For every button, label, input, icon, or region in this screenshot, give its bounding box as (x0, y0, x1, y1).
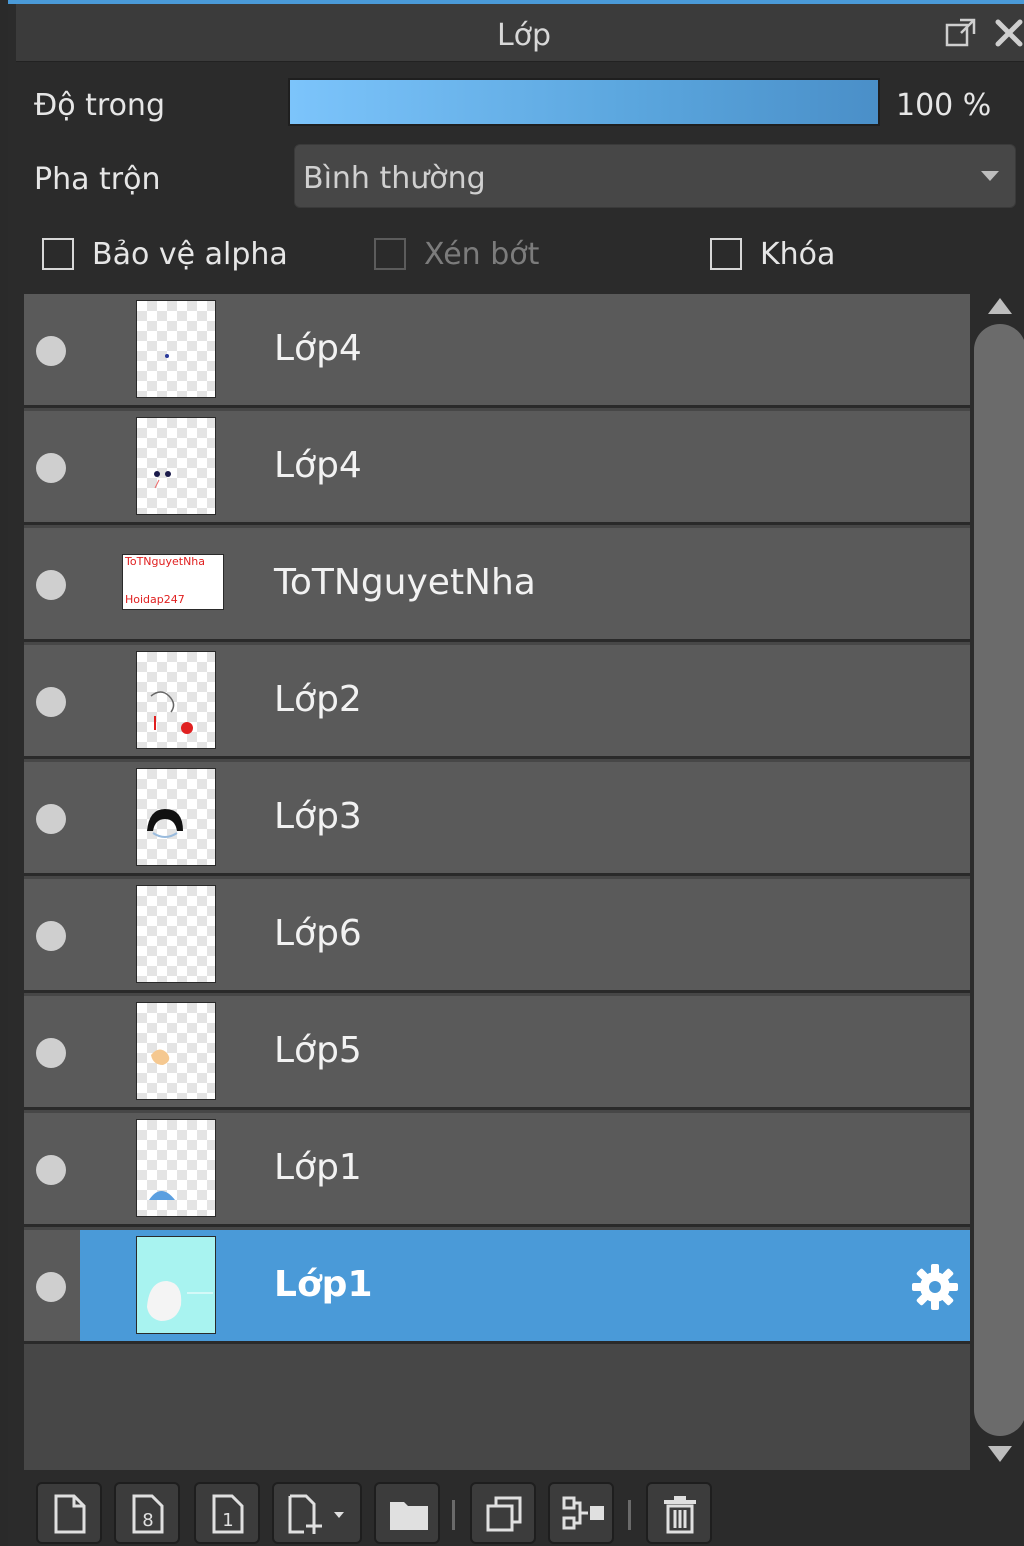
new-8bit-layer-button[interactable]: 8 (114, 1482, 180, 1544)
new-layer-icon (54, 1494, 86, 1534)
opacity-value: 100 % (896, 88, 992, 123)
duplicate-icon (486, 1496, 522, 1532)
layer-thumbnail: ToTNguyetNha Hoidap247 (122, 554, 224, 610)
layer-row[interactable]: ToTNguyetNha Hoidap247 ToTNguyetNha (24, 528, 970, 642)
new-1bit-layer-button[interactable]: 1 (194, 1482, 260, 1544)
visibility-toggle[interactable] (36, 921, 66, 951)
visibility-toggle[interactable] (36, 1272, 66, 1302)
panel-titlebar: Lớp (16, 4, 1024, 62)
visibility-toggle[interactable] (36, 804, 66, 834)
layer-thumbnail (136, 885, 216, 983)
delete-layer-button[interactable] (646, 1482, 712, 1544)
layer-name: Lớp1 (274, 1147, 362, 1188)
scroll-up-arrow[interactable] (988, 298, 1012, 314)
new-folder-button[interactable] (374, 1482, 440, 1544)
protect-alpha-box[interactable] (42, 238, 74, 270)
gear-icon[interactable] (908, 1260, 962, 1314)
new-8bit-layer-icon: 8 (132, 1494, 164, 1534)
visibility-toggle[interactable] (36, 453, 66, 483)
layer-row[interactable]: Lớp5 (24, 996, 970, 1110)
opacity-label: Độ trong (34, 88, 165, 123)
merge-icon (562, 1496, 604, 1530)
scrollbar-thumb[interactable] (974, 324, 1024, 1436)
toolbar-divider (628, 1500, 631, 1530)
layers-panel: Lớp Độ trong 100 % Pha trộn Bình thường … (0, 0, 1024, 1546)
thumb-watermark-text: Hoidap247 (125, 593, 185, 606)
protect-alpha-checkbox[interactable]: Bảo vệ alpha (42, 236, 288, 272)
layer-thumbnail (136, 417, 216, 515)
visibility-toggle[interactable] (36, 1038, 66, 1068)
layer-name: Lớp6 (274, 913, 362, 954)
trash-icon (664, 1496, 696, 1534)
panel-title: Lớp (496, 18, 552, 53)
layer-row[interactable]: Lớp6 (24, 879, 970, 993)
layer-thumbnail (136, 1236, 216, 1334)
layer-name: Lớp5 (274, 1030, 362, 1071)
layer-thumbnail (136, 1119, 216, 1217)
new-1bit-layer-icon: 1 (212, 1494, 244, 1534)
popout-icon[interactable] (944, 16, 978, 50)
duplicate-layer-button[interactable] (470, 1482, 536, 1544)
add-layer-dropdown-button[interactable] (272, 1482, 362, 1544)
layer-name: Lớp4 (274, 445, 362, 486)
lock-checkbox[interactable]: Khóa (710, 236, 835, 272)
lock-box[interactable] (710, 238, 742, 270)
layer-name: Lớp1 (274, 1264, 373, 1305)
blend-mode-select[interactable]: Bình thường (294, 144, 1016, 208)
layer-row[interactable]: Lớp3 (24, 762, 970, 876)
opacity-slider[interactable] (288, 78, 880, 126)
protect-alpha-label: Bảo vệ alpha (92, 236, 288, 272)
visibility-toggle[interactable] (36, 336, 66, 366)
clip-checkbox: Xén bớt (374, 236, 539, 272)
close-icon[interactable] (992, 16, 1024, 50)
thumb-watermark-text: ToTNguyetNha (125, 555, 206, 568)
toolbar-divider (452, 1500, 455, 1530)
layer-name: Lớp4 (274, 328, 362, 369)
layer-thumbnail (136, 768, 216, 866)
scroll-down-arrow[interactable] (988, 1446, 1012, 1462)
folder-icon (390, 1502, 428, 1530)
layer-name: Lớp3 (274, 796, 362, 837)
clip-box (374, 238, 406, 270)
layer-thumbnail (136, 651, 216, 749)
layer-row[interactable]: Lớp4 (24, 294, 970, 408)
layer-thumbnail (136, 1002, 216, 1100)
layer-thumbnail (136, 300, 216, 398)
visibility-toggle[interactable] (36, 570, 66, 600)
layer-row[interactable]: Lớp1 (24, 1113, 970, 1227)
svg-text:1: 1 (222, 1510, 233, 1531)
layer-toolbar: 8 1 (16, 1470, 1024, 1546)
clip-label: Xén bớt (424, 236, 540, 272)
chevron-down-icon (981, 171, 999, 181)
svg-text:8: 8 (142, 1510, 153, 1531)
add-layer-dropdown-icon (288, 1494, 344, 1534)
layer-name: Lớp2 (274, 679, 362, 720)
layer-row[interactable]: Lớp4 (24, 411, 970, 525)
blend-label: Pha trộn (34, 162, 161, 197)
visibility-toggle[interactable] (36, 1155, 66, 1185)
layer-row-selected[interactable]: Lớp1 (24, 1230, 970, 1344)
blend-mode-value: Bình thường (303, 161, 486, 196)
lock-label: Khóa (760, 236, 836, 272)
new-layer-button[interactable] (36, 1482, 102, 1544)
layer-name: ToTNguyetNha (274, 562, 536, 603)
merge-layer-button[interactable] (548, 1482, 614, 1544)
layer-row[interactable]: Lớp2 (24, 645, 970, 759)
visibility-toggle[interactable] (36, 687, 66, 717)
